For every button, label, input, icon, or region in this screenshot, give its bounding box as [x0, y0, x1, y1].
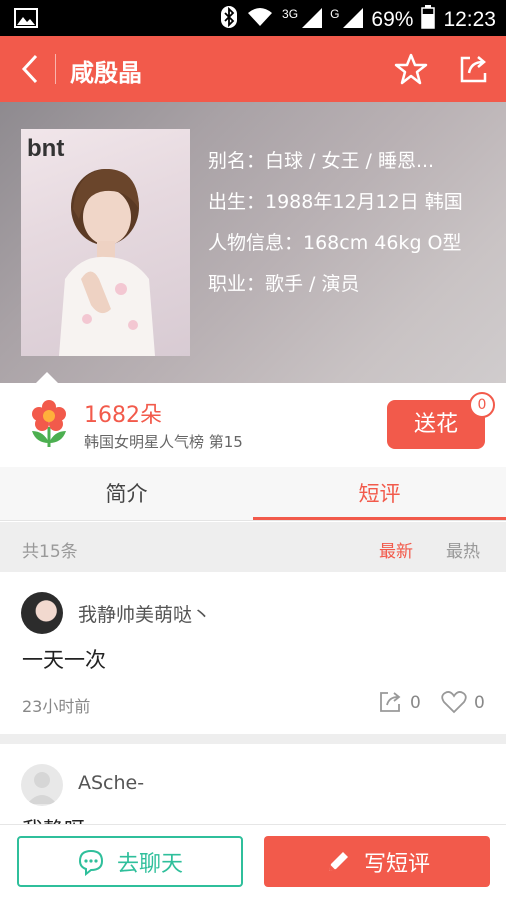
flower-section: 1682朵 韩国女明星人气榜 第15 送花: [0, 383, 506, 467]
star-icon: [394, 53, 428, 85]
birth-text: 出生：1988年12月12日 韩国: [208, 191, 463, 213]
occupation-text: 职业：歌手 / 演员: [208, 273, 360, 295]
app-bar: 咸殷晶: [0, 36, 506, 102]
body-info-text: 人物信息：168cm 46kg O型: [208, 232, 462, 254]
pencil-icon: [328, 851, 348, 871]
network-type-label-2: G: [330, 7, 340, 21]
flower-icon: [28, 399, 70, 449]
status-bar: 3G G 69% 12:23: [0, 0, 506, 36]
tab-bar: 简介 短评: [0, 467, 506, 521]
share-icon: [460, 56, 487, 83]
back-arrow-icon: [21, 54, 38, 84]
comment-share-count: 0: [410, 693, 421, 713]
comment-username[interactable]: ASche-: [78, 772, 144, 794]
alias-text: 别名：白球 / 女王 / 睡恩...: [208, 150, 435, 172]
flower-count: 1682朵: [84, 403, 162, 428]
battery-icon: [421, 5, 436, 34]
tab-intro[interactable]: 简介: [0, 467, 253, 521]
avatar[interactable]: [21, 764, 63, 806]
network-type-label: 3G: [282, 7, 299, 21]
comment-separator: [0, 734, 506, 744]
app-bar-divider: [55, 54, 56, 84]
chat-bubble-icon: [78, 849, 103, 876]
review-filter-bar: 共15条 最新 最热: [0, 522, 506, 572]
comment-time: 23小时前: [22, 697, 91, 716]
page-title: 咸殷晶: [70, 59, 142, 87]
heart-icon[interactable]: [441, 690, 467, 714]
share-button[interactable]: [456, 52, 490, 86]
favorite-button[interactable]: [394, 52, 428, 86]
review-total: 共15条: [22, 542, 78, 562]
comment-text: 我静呀: [22, 814, 85, 824]
photo-logo: bnt: [27, 135, 65, 162]
comment-share-icon[interactable]: [378, 690, 402, 714]
comment-username[interactable]: 我静帅美萌哒丶: [78, 600, 211, 627]
write-review-label: 写短评: [363, 851, 430, 877]
signal-icon: [300, 6, 323, 33]
battery-percent: 69%: [371, 7, 414, 31]
gallery-icon: [14, 8, 38, 32]
avatar[interactable]: [21, 592, 63, 634]
comment-item[interactable]: 我静帅美萌哒丶 一天一次 23小时前 0 0: [0, 572, 506, 734]
tab-reviews[interactable]: 短评: [253, 467, 506, 521]
clock: 12:23: [443, 7, 496, 31]
popularity-rank[interactable]: 韩国女明星人气榜 第15: [84, 431, 243, 452]
profile-info: 别名：白球 / 女王 / 睡恩... 出生：1988年12月12日 韩国 人物信…: [208, 141, 463, 305]
profile-photo[interactable]: bnt: [21, 129, 190, 356]
bottom-action-bar: 去聊天 写短评: [0, 824, 506, 900]
bluetooth-icon: [220, 5, 238, 34]
chat-button-label: 去聊天: [116, 851, 183, 877]
chat-button[interactable]: 去聊天: [17, 836, 243, 887]
write-review-button[interactable]: 写短评: [264, 836, 490, 887]
flower-badge: 0: [469, 392, 495, 418]
comment-like-count: 0: [474, 693, 485, 713]
back-button[interactable]: [14, 52, 48, 86]
profile-header: bnt 别名：白球 / 女王 / 睡恩... 出生：1988年12月12日 韩国…: [0, 102, 506, 383]
photo-pointer: [36, 372, 58, 383]
sort-newest-button[interactable]: 最新: [379, 537, 413, 562]
wifi-icon: [246, 6, 274, 33]
person-illustration: [59, 169, 155, 356]
comment-item[interactable]: ASche- 我静呀: [0, 744, 506, 824]
sort-hottest-button[interactable]: 最热: [446, 537, 480, 562]
signal-icon-2: [341, 6, 364, 33]
comment-text: 一天一次: [22, 648, 106, 672]
tab-active-indicator: [253, 517, 506, 520]
